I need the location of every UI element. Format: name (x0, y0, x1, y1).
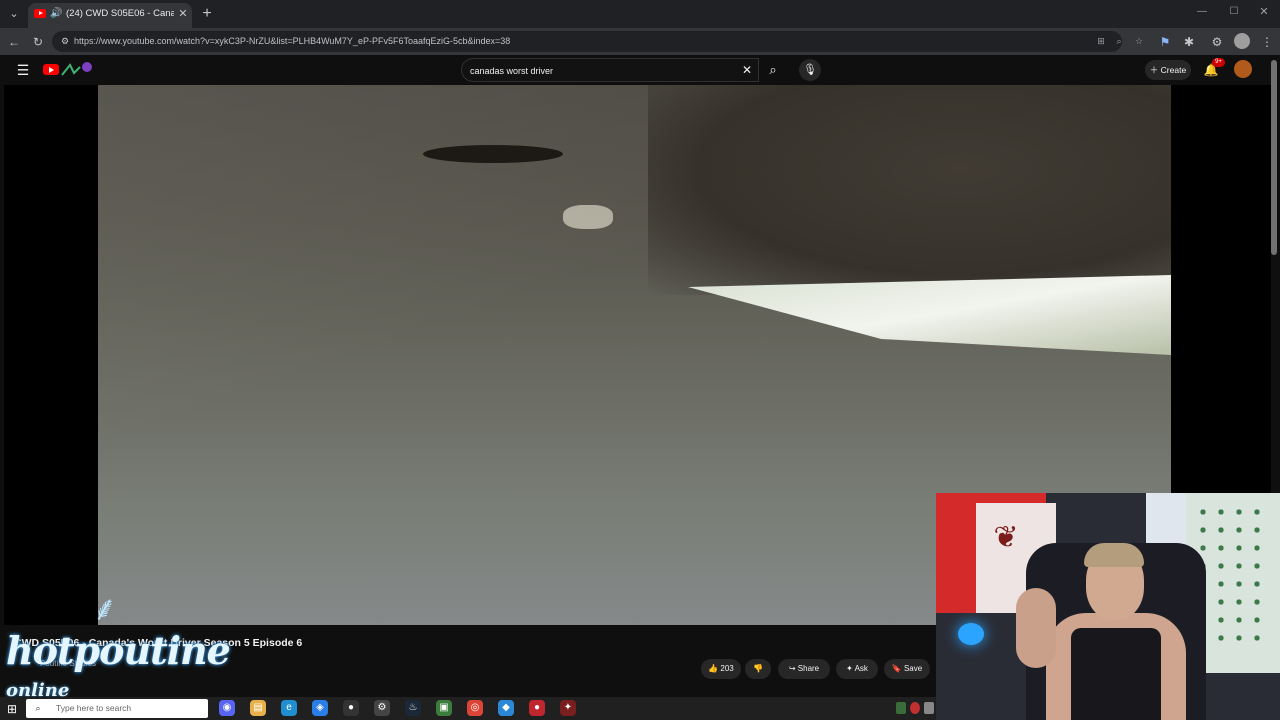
ask-label: Ask (854, 664, 868, 673)
notifications-count-badge: 9+ (1212, 58, 1225, 67)
window-maximize-button[interactable]: ☐ (1226, 6, 1242, 20)
reload-icon[interactable]: ↻ (29, 33, 47, 51)
video-frame-pothole (423, 145, 563, 163)
search-box[interactable]: ✕ (461, 58, 759, 82)
taskbar-search-box[interactable]: ⌕ Type here to search (26, 699, 208, 718)
video-letterbox-left (4, 85, 98, 625)
settings-gear-icon[interactable]: ⚙ (374, 700, 390, 716)
search-icon[interactable]: ⌕ (760, 58, 786, 82)
create-button[interactable]: ＋ Create (1145, 60, 1191, 80)
stream-watermark: hotpoutine (6, 628, 231, 673)
app-red-icon[interactable]: ● (529, 700, 545, 716)
window-minimize-button[interactable]: — (1194, 6, 1210, 20)
youtube-masthead: ☰ ✕ ⌕ 🎙 ＋ Create 🔔 9+ (0, 55, 1280, 85)
obs-icon[interactable]: ● (343, 700, 359, 716)
tab-search-chevron-icon[interactable]: ⌄ (4, 4, 24, 24)
search-input[interactable] (470, 64, 730, 78)
taskbar-search-placeholder: Type here to search (56, 703, 132, 713)
site-info-icon[interactable]: ⚙ (58, 34, 72, 48)
webcam-overlay: ❦ (936, 493, 1280, 720)
tab-close-icon[interactable]: ✕ (176, 7, 190, 21)
tray-icon-green[interactable] (896, 702, 906, 714)
browser-toolbar: ← ↻ ⚙ https://www.youtube.com/watch?v=xy… (0, 28, 1280, 55)
create-label: Create (1160, 65, 1187, 75)
save-button[interactable]: 🔖 Save (884, 659, 930, 679)
share-button[interactable]: ↪ Share (778, 659, 830, 679)
watermark-feather-icon: ⸙ (92, 590, 118, 628)
windows-taskbar: ⊞ ⌕ Type here to search ◉ ▤ e ◈ ● ⚙ ♨ ▣ … (0, 697, 936, 720)
file-explorer-icon[interactable]: ▤ (250, 700, 266, 716)
bookmark-star-icon[interactable]: ☆ (1132, 34, 1146, 48)
app-icon[interactable]: ◆ (498, 700, 514, 716)
discord-icon[interactable]: ◉ (219, 700, 235, 716)
youtube-logo-icon[interactable] (43, 64, 59, 75)
hamburger-menu-icon[interactable]: ☰ (14, 61, 32, 79)
page-scrollbar[interactable] (1271, 60, 1277, 255)
webcam-person-shirt (1071, 628, 1161, 720)
zoom-icon[interactable]: ⌕ (1112, 34, 1126, 48)
browser-tab-bar: ⌄ 🔊 (24) CWD S05E06 - Canada's ✕ + — ☐ ✕ (0, 0, 1280, 28)
steam-icon[interactable]: ♨ (405, 700, 421, 716)
browser-tab-active[interactable]: 🔊 (24) CWD S05E06 - Canada's ✕ (28, 3, 192, 28)
app-blue-icon[interactable]: ◈ (312, 700, 328, 716)
dislike-button[interactable]: 👎 (745, 659, 771, 679)
webcam-blue-light (958, 623, 984, 645)
edge-icon[interactable]: e (281, 700, 297, 716)
address-bar[interactable]: ⚙ https://www.youtube.com/watch?v=xykC3P… (52, 31, 1143, 52)
extension-tool-icon[interactable]: ⚙ (1208, 33, 1226, 51)
game-icon[interactable]: ▣ (436, 700, 452, 716)
search-clear-icon[interactable]: ✕ (740, 63, 754, 77)
window-close-button[interactable]: ✕ (1256, 5, 1272, 19)
url-text[interactable]: https://www.youtube.com/watch?v=xykC3P-N… (74, 36, 510, 48)
save-label: Save (903, 664, 923, 673)
webcam-leaf-icon: ❦ (993, 521, 1019, 554)
video-frame-light (563, 205, 613, 229)
like-button[interactable]: 👍 203 (701, 659, 741, 679)
tab-audio-icon[interactable]: 🔊 (50, 7, 64, 21)
video-frame-car-body (648, 85, 1171, 295)
thumbs-down-icon: 👎 (753, 664, 763, 673)
install-app-icon[interactable]: ⊞ (1094, 34, 1108, 48)
tab-title: (24) CWD S05E06 - Canada's (66, 8, 174, 19)
browser-menu-icon[interactable]: ⋮ (1258, 33, 1276, 51)
microphone-icon[interactable]: 🎙 (799, 59, 821, 81)
share-label: Share (797, 664, 820, 673)
new-tab-button[interactable]: + (198, 5, 216, 23)
back-arrow-icon[interactable]: ← (5, 33, 23, 51)
browser-profile-avatar[interactable] (1234, 33, 1250, 49)
taskbar-search-icon: ⌕ (35, 703, 41, 713)
webcam-person-arm (1016, 588, 1056, 668)
webcam-person-hair (1084, 543, 1144, 567)
chrome-icon[interactable]: ◎ (467, 700, 483, 716)
tray-icon-grey[interactable] (924, 702, 934, 714)
user-avatar[interactable] (1234, 60, 1252, 78)
youtube-doodle-icon[interactable] (60, 61, 93, 78)
extensions-puzzle-icon[interactable]: ✱ (1180, 33, 1198, 51)
app-dark-red-icon[interactable]: ✦ (560, 700, 576, 716)
ask-button[interactable]: ✦ Ask (836, 659, 878, 679)
like-count: 203 (720, 664, 734, 673)
tray-icon-red[interactable] (910, 702, 920, 714)
youtube-favicon-icon (34, 9, 46, 18)
extension-icon[interactable]: ⚑ (1156, 33, 1174, 51)
windows-start-icon[interactable]: ⊞ (4, 701, 20, 717)
